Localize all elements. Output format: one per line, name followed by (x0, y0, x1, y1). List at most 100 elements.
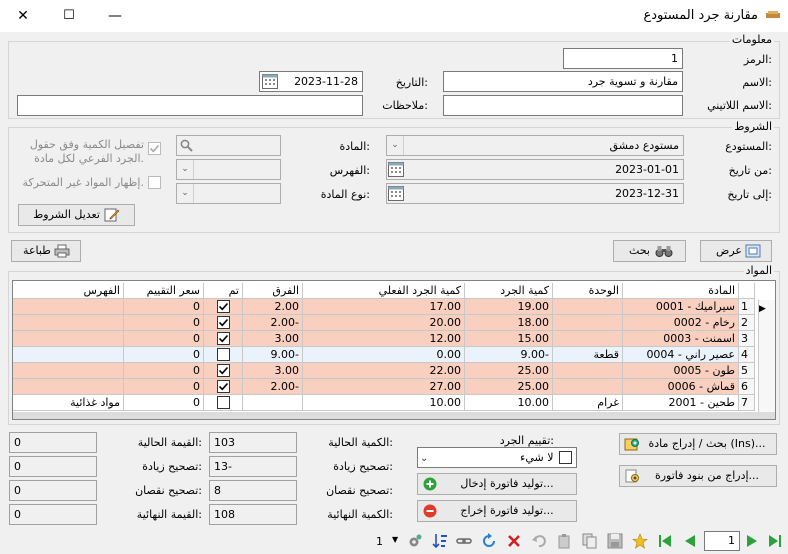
actual-qty-cell[interactable]: 17.00 (303, 299, 465, 315)
price-cell[interactable]: 0 (124, 315, 204, 331)
search-button[interactable]: بحث (613, 240, 686, 262)
diff-cell[interactable]: 9.00- (243, 347, 303, 363)
index-cell[interactable] (13, 331, 124, 347)
done-checkbox[interactable] (216, 396, 230, 409)
qty-cell[interactable]: 25.00 (465, 379, 553, 395)
table-row[interactable]: 2 0002 - رخام 18.00 20.00 2.00- 0 (13, 315, 775, 331)
diff-cell[interactable] (243, 395, 303, 411)
view-button[interactable]: عرض (700, 240, 772, 262)
chevron-down-icon[interactable]: ⌄ (387, 136, 404, 155)
minimize-button[interactable]: — (92, 0, 138, 32)
unit-cell[interactable] (553, 331, 623, 347)
actual-qty-cell[interactable]: 22.00 (303, 363, 465, 379)
calendar-icon[interactable] (388, 186, 404, 201)
price-cell[interactable]: 0 (124, 395, 204, 411)
done-checkbox[interactable] (216, 364, 230, 377)
material-cell[interactable]: 0004 - عصير راني (623, 347, 739, 363)
qty-cell[interactable]: 25.00 (465, 363, 553, 379)
link-icon[interactable] (456, 533, 472, 549)
index-cell[interactable] (13, 299, 124, 315)
save-icon[interactable] (607, 533, 623, 549)
done-checkbox[interactable] (216, 348, 230, 361)
table-row[interactable]: 7 2001 - طحين غرام 10.00 10.00 0 مواد غذائية (13, 395, 775, 411)
evaluation-checkbox[interactable] (559, 450, 572, 464)
actual-qty-cell[interactable]: 10.00 (303, 395, 465, 411)
done-cell[interactable] (204, 331, 243, 347)
delete-icon[interactable] (506, 533, 522, 549)
header-diff[interactable]: الفرق (243, 283, 303, 299)
date-input[interactable]: 2023-11-28 (259, 71, 363, 92)
unit-cell[interactable]: غرام (553, 395, 623, 411)
calendar-icon[interactable] (262, 74, 278, 89)
tools-icon[interactable] (407, 533, 423, 549)
actual-qty-cell[interactable]: 12.00 (303, 331, 465, 347)
done-checkbox[interactable] (216, 332, 230, 345)
done-cell[interactable] (204, 315, 243, 331)
row-number[interactable]: 2 (739, 315, 755, 331)
header-price[interactable]: سعر التقييم (124, 283, 204, 299)
index-cell[interactable]: مواد غذائية (13, 395, 124, 411)
unit-cell[interactable]: قطعة (553, 347, 623, 363)
code-input[interactable]: 1 (563, 48, 683, 69)
chevron-down-icon[interactable]: ⌄ (177, 160, 194, 179)
name-input[interactable]: مقارنة و تسوية جرد (443, 71, 683, 92)
done-cell[interactable] (204, 395, 243, 411)
material-cell[interactable]: 0006 - قماش (623, 379, 739, 395)
warehouse-select[interactable]: ⌄ مستودع دمشق (386, 135, 684, 156)
refresh-icon[interactable] (481, 533, 497, 549)
table-row[interactable]: 3 0003 - اسمنت 15.00 12.00 3.00 0 (13, 331, 775, 347)
header-qty[interactable]: كمية الجرد (465, 283, 553, 299)
diff-cell[interactable]: 2.00- (243, 315, 303, 331)
close-button[interactable]: ✕ (0, 0, 46, 32)
index-cell[interactable] (13, 315, 124, 331)
index-cell[interactable] (13, 363, 124, 379)
price-cell[interactable]: 0 (124, 363, 204, 379)
copy-icon[interactable] (582, 533, 598, 549)
evaluation-select[interactable]: ⌄ لا شيء (417, 447, 577, 468)
next-page-icon[interactable] (744, 533, 760, 549)
generate-in-invoice-button[interactable]: توليد فاتورة إدخال... (417, 473, 577, 495)
search-icon[interactable] (180, 139, 193, 152)
material-cell[interactable]: 0002 - رخام (623, 315, 739, 331)
done-checkbox[interactable] (216, 380, 230, 393)
actual-qty-cell[interactable]: 20.00 (303, 315, 465, 331)
price-cell[interactable]: 0 (124, 299, 204, 315)
notes-input[interactable] (17, 95, 363, 116)
unit-cell[interactable] (553, 315, 623, 331)
unit-cell[interactable] (553, 363, 623, 379)
actual-qty-cell[interactable]: 0.00 (303, 347, 465, 363)
horizontal-scrollbar[interactable] (13, 412, 775, 419)
row-number[interactable]: 3 (739, 331, 755, 347)
qty-cell[interactable]: 19.00 (465, 299, 553, 315)
price-cell[interactable]: 0 (124, 331, 204, 347)
table-row[interactable]: 6 0006 - قماش 25.00 27.00 2.00- 0 (13, 379, 775, 395)
print-button[interactable]: طباعة (11, 240, 81, 262)
generate-out-invoice-button[interactable]: توليد فاتورة إخراج... (417, 500, 577, 522)
header-material[interactable]: المادة (623, 283, 739, 299)
done-cell[interactable] (204, 347, 243, 363)
materials-grid[interactable]: المادة الوحدة كمية الجرد كمية الجرد الفع… (12, 280, 776, 420)
actual-qty-cell[interactable]: 27.00 (303, 379, 465, 395)
material-cell[interactable]: 2001 - طحين (623, 395, 739, 411)
last-page-icon[interactable] (767, 533, 783, 549)
material-cell[interactable]: 0005 - طون (623, 363, 739, 379)
material-cell[interactable]: 0001 - سيراميك (623, 299, 739, 315)
index-cell[interactable] (13, 379, 124, 395)
done-checkbox[interactable] (216, 316, 230, 329)
header-unit[interactable]: الوحدة (553, 283, 623, 299)
from-date-input[interactable]: 2023-01-01 (386, 159, 684, 180)
show-moving-checkbox[interactable] (148, 176, 161, 189)
diff-cell[interactable]: 2.00- (243, 379, 303, 395)
material-input[interactable] (176, 135, 281, 156)
row-number[interactable]: 5 (739, 363, 755, 379)
price-cell[interactable]: 0 (124, 347, 204, 363)
index-select[interactable]: ⌄ (176, 159, 281, 180)
row-number[interactable]: 7 (739, 395, 755, 411)
first-page-icon[interactable] (657, 533, 673, 549)
qty-cell[interactable]: 18.00 (465, 315, 553, 331)
material-cell[interactable]: 0003 - اسمنت (623, 331, 739, 347)
diff-cell[interactable]: 2.00 (243, 299, 303, 315)
price-cell[interactable]: 0 (124, 379, 204, 395)
diff-cell[interactable]: 3.00 (243, 331, 303, 347)
done-cell[interactable] (204, 299, 243, 315)
